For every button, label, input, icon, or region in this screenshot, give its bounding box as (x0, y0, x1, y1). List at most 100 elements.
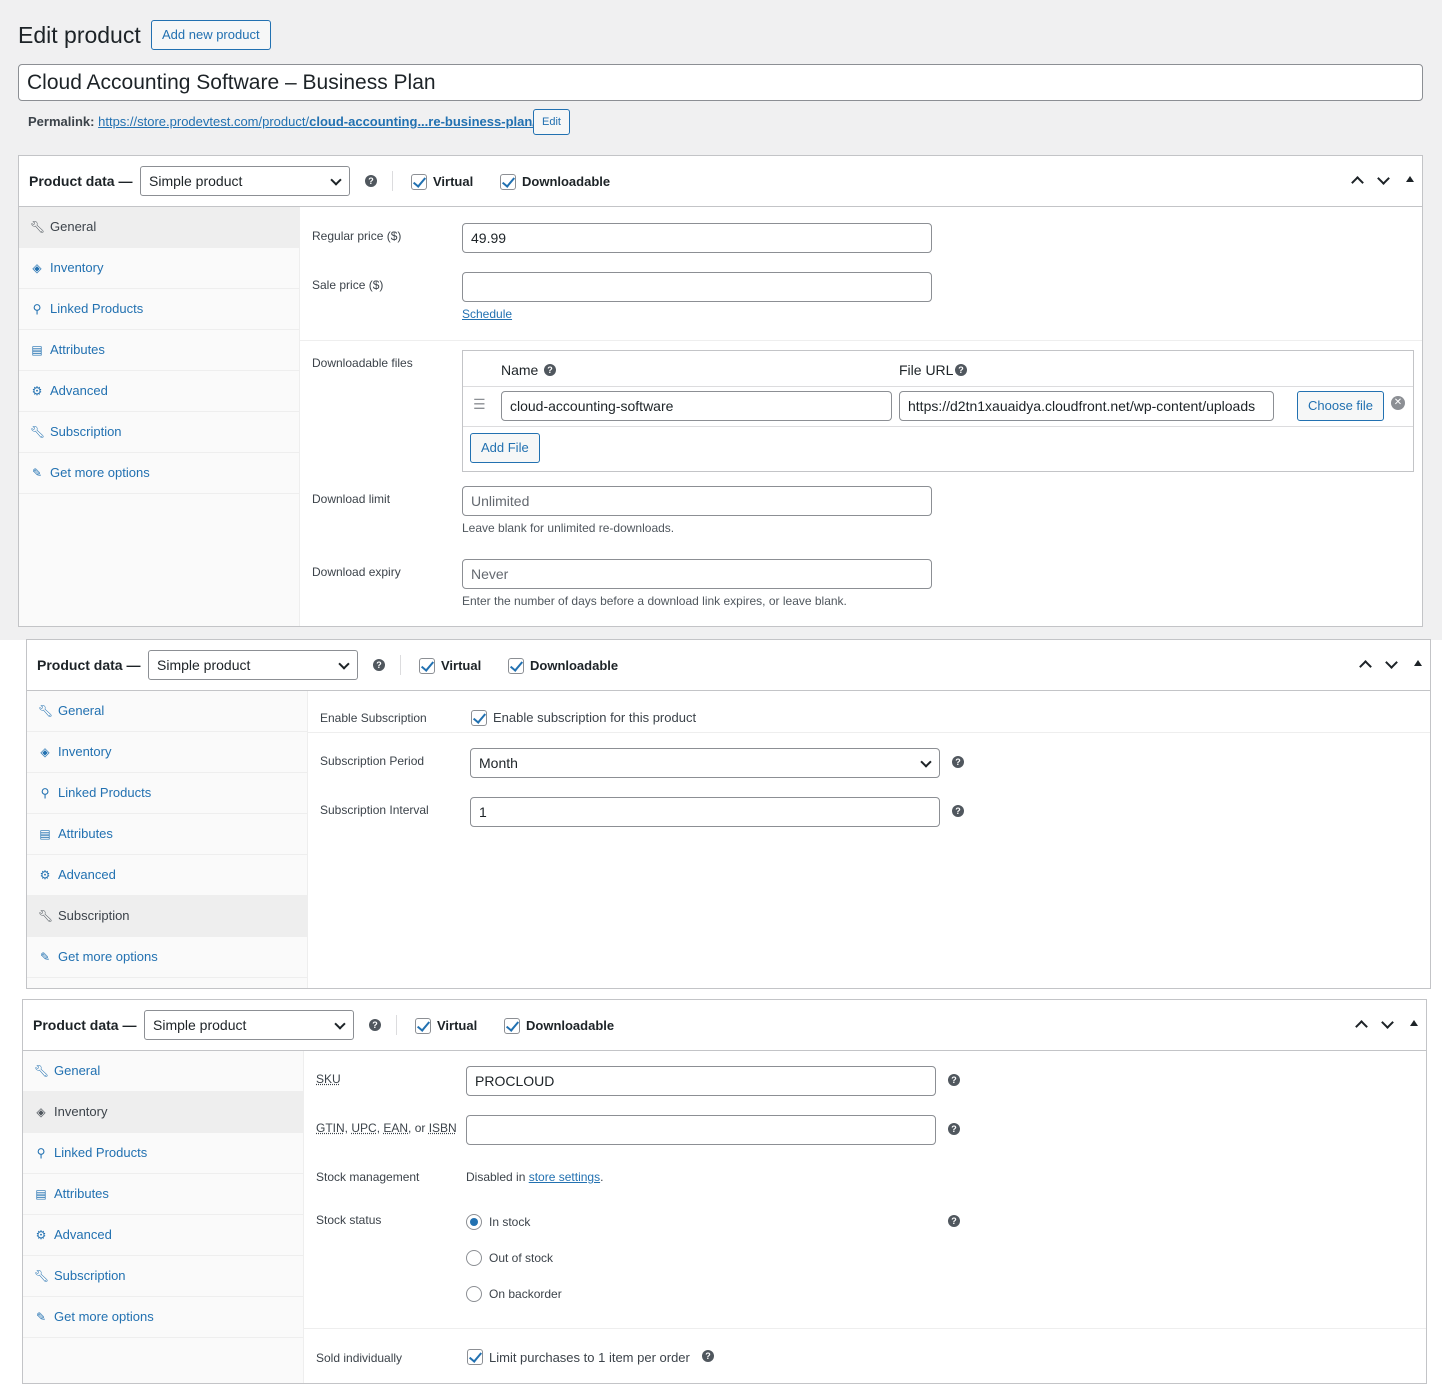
plugin-icon: ✎ (35, 1310, 47, 1324)
sku-label: SKU (316, 1072, 341, 1086)
downloadable-checkbox[interactable] (504, 1018, 520, 1034)
subscription-interval-input[interactable]: 1 (470, 797, 940, 827)
tab-advanced[interactable]: ⚙ Advanced (23, 1215, 304, 1256)
sku-input[interactable]: PROCLOUD (466, 1066, 936, 1096)
tab-subscription[interactable]: 🔧︎ Subscription (23, 1256, 304, 1297)
tab-subscription[interactable]: 🔧︎ Subscription (19, 412, 300, 453)
divider (392, 171, 393, 191)
help-icon[interactable]: ? (702, 1350, 714, 1362)
download-expiry-input[interactable]: Never (462, 559, 932, 589)
add-file-button[interactable]: Add File (470, 433, 540, 463)
plugin-icon: ✎ (31, 466, 43, 480)
sold-individually-label: Sold individually (316, 1351, 403, 1365)
move-up-icon[interactable] (1351, 176, 1364, 189)
wrench-icon: 🔧︎ (34, 1269, 50, 1283)
remove-file-icon[interactable]: ✕ (1391, 396, 1405, 410)
regular-price-input[interactable]: 49.99 (462, 223, 932, 253)
move-down-icon[interactable] (1377, 172, 1390, 185)
schedule-link[interactable]: Schedule (462, 307, 512, 321)
collapse-icon[interactable] (1410, 1020, 1418, 1026)
tab-general[interactable]: 🔧︎ General (27, 691, 308, 732)
tab-advanced[interactable]: ⚙ Advanced (27, 855, 308, 896)
help-icon[interactable]: ? (948, 1074, 960, 1086)
product-type-select[interactable]: Simple product (144, 1010, 354, 1040)
gtin-input[interactable] (466, 1115, 936, 1145)
help-icon[interactable]: ? (948, 1123, 960, 1135)
sale-price-input[interactable] (462, 272, 932, 302)
move-down-icon[interactable] (1385, 656, 1398, 669)
tab-inventory[interactable]: ◈ Inventory (23, 1092, 304, 1133)
collapse-icon[interactable] (1406, 176, 1414, 182)
column-file-url-header: File URL (899, 362, 954, 378)
product-data-label: Product data — (33, 1017, 137, 1033)
sold-individually-checkbox[interactable] (467, 1349, 483, 1365)
help-icon[interactable]: ? (955, 364, 967, 376)
download-limit-input[interactable]: Unlimited (462, 486, 932, 516)
stock-status-out-of-stock-radio[interactable] (466, 1250, 482, 1266)
tab-linked-products[interactable]: ⚲ Linked Products (23, 1133, 304, 1174)
virtual-checkbox[interactable] (411, 174, 427, 190)
virtual-checkbox[interactable] (419, 658, 435, 674)
tab-advanced[interactable]: ⚙ Advanced (19, 371, 300, 412)
stock-status-in-stock-radio[interactable] (466, 1214, 482, 1230)
choose-file-button[interactable]: Choose file (1297, 391, 1385, 421)
file-name-input[interactable]: cloud-accounting-software (501, 391, 892, 421)
help-icon[interactable]: ? (952, 756, 964, 768)
downloadable-label: Downloadable (530, 658, 619, 673)
add-new-product-button[interactable]: Add new product (151, 20, 271, 50)
stock-status-on-backorder-radio[interactable] (466, 1286, 482, 1302)
stock-management-text: Disabled in store settings. (466, 1170, 604, 1184)
tab-get-more-options[interactable]: ✎ Get more options (27, 937, 308, 978)
tab-linked-products[interactable]: ⚲ Linked Products (19, 289, 300, 330)
product-type-select[interactable]: Simple product (140, 166, 350, 196)
tab-inventory[interactable]: ◈ Inventory (19, 248, 300, 289)
move-up-icon[interactable] (1359, 660, 1372, 673)
tab-inventory[interactable]: ◈ Inventory (27, 732, 308, 773)
help-icon[interactable]: ? (544, 364, 556, 376)
gtin-label: GTIN, UPC, EAN, or ISBN (316, 1121, 457, 1135)
tab-attributes[interactable]: ▤ Attributes (19, 330, 300, 371)
divider (396, 1015, 397, 1035)
chevron-down-icon (334, 1018, 346, 1030)
tag-icon: ◈ (36, 1105, 46, 1119)
store-settings-link[interactable]: store settings (529, 1170, 600, 1184)
enable-subscription-checkbox[interactable] (471, 710, 487, 726)
product-data-tabs: 🔧︎ General ◈ Inventory ⚲ Linked Products ▤ A… (23, 1051, 304, 1383)
tab-general[interactable]: 🔧︎ General (19, 207, 300, 248)
help-icon[interactable]: ? (948, 1215, 960, 1227)
help-icon[interactable]: ? (952, 805, 964, 817)
tab-attributes[interactable]: ▤ Attributes (27, 814, 308, 855)
help-icon[interactable]: ? (365, 175, 377, 187)
tab-get-more-options[interactable]: ✎ Get more options (23, 1297, 304, 1338)
collapse-icon[interactable] (1414, 660, 1422, 666)
product-title-input[interactable]: Cloud Accounting Software – Business Pla… (18, 64, 1423, 101)
tab-linked-products[interactable]: ⚲ Linked Products (27, 773, 308, 814)
permalink-link[interactable]: https://store.prodevtest.com/product/clo… (98, 114, 536, 129)
permalink: Permalink: https://store.prodevtest.com/… (28, 112, 536, 132)
move-down-icon[interactable] (1381, 1016, 1394, 1029)
product-type-select[interactable]: Simple product (148, 650, 358, 680)
link-icon: ⚲ (32, 302, 42, 316)
downloadable-checkbox[interactable] (508, 658, 524, 674)
tab-subscription[interactable]: 🔧︎ Subscription (27, 896, 308, 937)
wrench-icon: 🔧︎ (34, 1064, 50, 1078)
move-up-icon[interactable] (1355, 1020, 1368, 1033)
permalink-edit-button[interactable]: Edit (533, 109, 570, 135)
help-icon[interactable]: ? (369, 1019, 381, 1031)
link-icon: ⚲ (36, 1146, 46, 1160)
download-expiry-label: Download expiry (312, 565, 401, 579)
downloadable-files-label: Downloadable files (312, 356, 413, 370)
tab-get-more-options[interactable]: ✎ Get more options (19, 453, 300, 494)
drag-handle-icon[interactable]: ☰ (473, 396, 486, 413)
tab-general[interactable]: 🔧︎ General (23, 1051, 304, 1092)
downloadable-checkbox[interactable] (500, 174, 516, 190)
tab-attributes[interactable]: ▤ Attributes (23, 1174, 304, 1215)
product-data-tabs: 🔧︎ General ◈ Inventory ⚲ Linked Products ▤ A… (27, 691, 308, 988)
subscription-period-select[interactable]: Month (470, 748, 940, 778)
tag-icon: ◈ (32, 261, 42, 275)
virtual-checkbox[interactable] (415, 1018, 431, 1034)
file-url-input[interactable]: https://d2tn1xauaidya.cloudfront.net/wp-… (899, 391, 1274, 421)
help-icon[interactable]: ? (373, 659, 385, 671)
stock-management-label: Stock management (316, 1170, 420, 1184)
stock-option-label: In stock (489, 1215, 531, 1229)
